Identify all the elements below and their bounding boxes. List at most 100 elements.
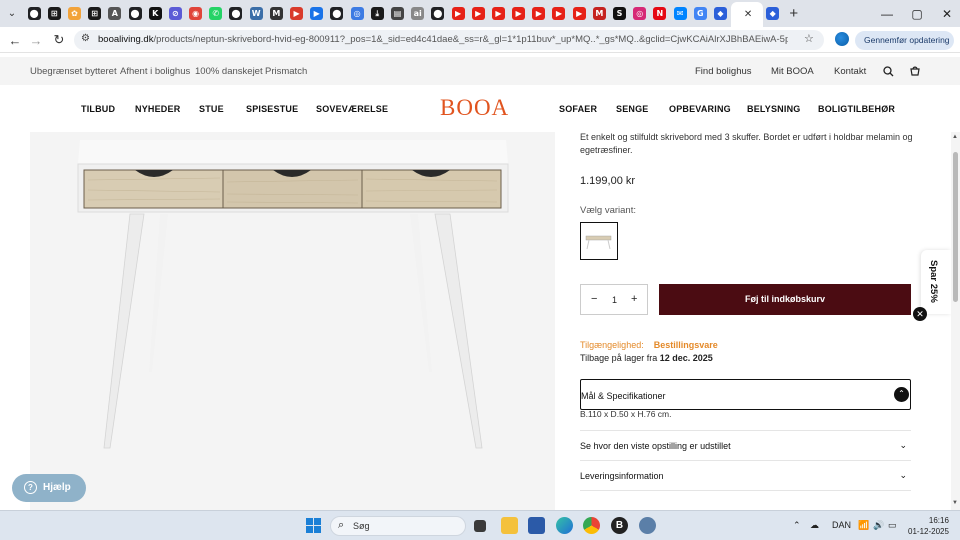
browser-tab[interactable]: ◉ xyxy=(186,3,206,25)
product-image[interactable] xyxy=(30,132,555,510)
browser-tab[interactable]: ◆ xyxy=(710,3,730,25)
system-clock[interactable]: 16:16 01-12-2025 xyxy=(908,515,949,537)
util-link-mit-booa[interactable]: Mit BOOA xyxy=(771,66,814,77)
page-scrollbar[interactable]: ▲ ▼ xyxy=(951,132,960,510)
util-link-danskejet[interactable]: 100% danskejet xyxy=(195,66,263,77)
browser-tab[interactable]: ⬤ xyxy=(327,3,347,25)
chevron-up-icon[interactable]: ⌃ xyxy=(894,387,909,402)
minimize-window-button[interactable]: — xyxy=(872,0,902,27)
browser-tab[interactable]: ▶ xyxy=(307,3,327,25)
browser-tab[interactable]: ▶ xyxy=(286,3,306,25)
browser-tab[interactable]: G xyxy=(690,3,710,25)
util-link-afhent[interactable]: Afhent i bolighus xyxy=(120,66,190,77)
util-link-kontakt[interactable]: Kontakt xyxy=(834,66,866,77)
wifi-icon[interactable]: 📶 xyxy=(858,520,869,531)
keyboard-language[interactable]: DAN xyxy=(832,520,851,530)
browser-tab[interactable]: K xyxy=(145,3,165,25)
qty-plus-button[interactable]: + xyxy=(631,293,637,305)
chrome-icon[interactable] xyxy=(583,517,600,534)
nav-stue[interactable]: STUE xyxy=(199,104,224,114)
discount-tab[interactable]: Spar 25% xyxy=(921,250,951,314)
accordion-levering[interactable]: Leveringsinformation ⌄ xyxy=(580,461,911,491)
browser-tab[interactable]: M xyxy=(589,3,609,25)
browser-tab[interactable]: ⬤ xyxy=(24,3,44,25)
url-text[interactable]: booaliving.dk/products/neptun-skrivebord… xyxy=(98,34,788,45)
browser-tab[interactable]: ▶ xyxy=(488,3,508,25)
browser-tab[interactable]: S xyxy=(609,3,629,25)
booa-logo[interactable]: BOOA xyxy=(440,95,509,121)
util-link-find-bolighus[interactable]: Find bolighus xyxy=(695,66,752,77)
new-tab-button[interactable]: + xyxy=(783,5,805,22)
task-view-icon[interactable] xyxy=(474,520,486,532)
browser-tab[interactable]: ▶ xyxy=(529,3,549,25)
browser-tab[interactable]: ▤ xyxy=(387,3,407,25)
nav-belysning[interactable]: BELYSNING xyxy=(747,104,800,114)
nav-sovevaerelse[interactable]: SOVEVÆRELSE xyxy=(316,104,388,114)
tray-app-icon[interactable]: ☁ xyxy=(810,520,819,531)
add-to-cart-button[interactable]: Føj til indkøbskurv xyxy=(659,284,911,315)
tab-extra[interactable]: ◆ xyxy=(763,3,783,25)
profile-avatar[interactable] xyxy=(835,32,849,46)
browser-tab[interactable]: M xyxy=(266,3,286,25)
file-explorer-icon[interactable] xyxy=(501,517,518,534)
browser-tab[interactable]: ◎ xyxy=(630,3,650,25)
scroll-down-icon[interactable]: ▼ xyxy=(952,500,958,506)
back-arrow-icon[interactable]: ← xyxy=(6,31,24,49)
browser-tab[interactable]: ▶ xyxy=(468,3,488,25)
qty-value[interactable]: 1 xyxy=(612,295,617,305)
close-window-button[interactable]: ✕ xyxy=(932,0,960,27)
qty-minus-button[interactable]: − xyxy=(591,293,597,305)
bookmark-star-icon[interactable]: ☆ xyxy=(804,32,814,45)
nav-boligtilbehor[interactable]: BOLIGTILBEHØR xyxy=(818,104,895,114)
browser-tab[interactable]: ✉ xyxy=(670,3,690,25)
close-icon[interactable]: ✕ xyxy=(913,307,927,321)
nav-nyheder[interactable]: NYHEDER xyxy=(135,104,180,114)
site-info-icon[interactable]: ⚙ xyxy=(81,33,90,44)
tab-active-booa[interactable]: ✕ xyxy=(730,2,763,27)
update-button[interactable]: Gennemfør opdatering xyxy=(855,31,954,50)
search-icon[interactable] xyxy=(883,66,894,77)
reload-icon[interactable]: ↻ xyxy=(50,31,68,49)
bitwarden-b-icon[interactable]: B xyxy=(611,517,628,534)
address-bar[interactable]: ⚙ booaliving.dk/products/neptun-skrivebo… xyxy=(74,30,824,50)
cart-icon[interactable] xyxy=(909,65,921,77)
close-tab-icon[interactable]: ✕ xyxy=(744,9,752,20)
browser-tab[interactable]: ▶ xyxy=(569,3,589,25)
browser-tab[interactable]: ai xyxy=(408,3,428,25)
browser-tab[interactable]: ▶ xyxy=(549,3,569,25)
forward-arrow-icon[interactable]: → xyxy=(27,31,45,49)
browser-tab[interactable]: A xyxy=(105,3,125,25)
browser-tab[interactable]: W xyxy=(246,3,266,25)
browser-tab[interactable]: ▶ xyxy=(448,3,468,25)
volume-icon[interactable]: 🔊 xyxy=(873,520,884,531)
settings-gear-icon[interactable] xyxy=(639,517,656,534)
nav-tilbud[interactable]: TILBUD xyxy=(81,104,115,114)
taskbar-search[interactable]: ⌕ Søg xyxy=(330,516,466,536)
util-link-prismatch[interactable]: Prismatch xyxy=(265,66,307,77)
util-link-bytteret[interactable]: Ubegrænset bytteret xyxy=(30,66,117,77)
nav-senge[interactable]: SENGE xyxy=(616,104,649,114)
nav-sofaer[interactable]: SOFAER xyxy=(559,104,597,114)
nav-opbevaring[interactable]: OPBEVARING xyxy=(669,104,731,114)
browser-tab[interactable]: ✿ xyxy=(64,3,84,25)
tray-overflow-chevron-icon[interactable]: ⌃ xyxy=(793,520,801,531)
browser-tab[interactable]: ⬤ xyxy=(226,3,246,25)
scrollbar-thumb[interactable] xyxy=(953,152,958,302)
accordion-specifications[interactable]: Mål & Specifikationer ⌃ xyxy=(580,379,911,410)
variant-swatch-hvid-eg[interactable] xyxy=(580,222,618,260)
accordion-udstillet[interactable]: Se hvor den viste opstilling er udstille… xyxy=(580,431,911,461)
browser-tab[interactable]: ⬤ xyxy=(125,3,145,25)
edge-icon[interactable] xyxy=(556,517,573,534)
maximize-window-button[interactable]: ▢ xyxy=(902,0,932,27)
windows-start-icon[interactable] xyxy=(306,518,321,533)
tab-search-chevron-icon[interactable]: ⌄ xyxy=(0,3,24,25)
browser-tab[interactable]: ⊞ xyxy=(44,3,64,25)
battery-icon[interactable]: ▭ xyxy=(888,520,897,531)
nav-spisestue[interactable]: SPISESTUE xyxy=(246,104,298,114)
browser-tab[interactable]: N xyxy=(650,3,670,25)
browser-tab[interactable]: ▶ xyxy=(509,3,529,25)
browser-tab[interactable]: ⤓ xyxy=(367,3,387,25)
help-button[interactable]: ? Hjælp xyxy=(12,474,86,502)
browser-tab[interactable]: ⊘ xyxy=(165,3,185,25)
browser-tab[interactable]: ✆ xyxy=(206,3,226,25)
